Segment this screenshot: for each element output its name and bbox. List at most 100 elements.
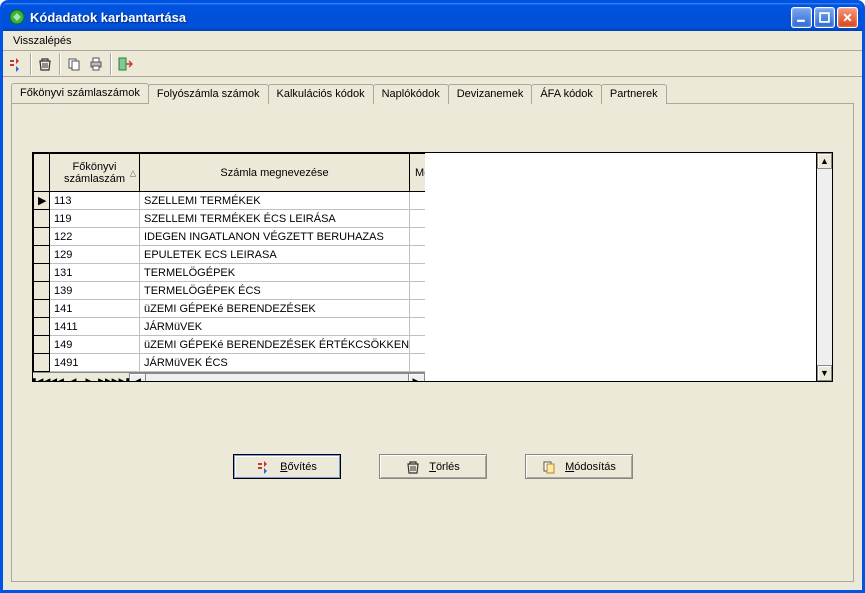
cell-mer[interactable] bbox=[410, 264, 425, 282]
action-buttons: Bővítés Törlés Módosítás bbox=[32, 454, 833, 479]
tab-folyoszamla[interactable]: Folyószámla számok bbox=[148, 84, 269, 104]
cell-fk[interactable]: 141 bbox=[50, 300, 140, 318]
cell-fk[interactable]: 113 bbox=[50, 192, 140, 210]
row-marker bbox=[34, 300, 50, 318]
cell-mer[interactable] bbox=[410, 192, 425, 210]
scroll-up-icon[interactable]: ▲ bbox=[817, 153, 832, 169]
delete-button[interactable]: Törlés bbox=[379, 454, 487, 479]
grid-corner bbox=[34, 154, 50, 192]
table-row[interactable]: 122IDEGEN INGATLANON VÉGZETT BERUHAZAS10… bbox=[34, 228, 425, 246]
nav-first-icon[interactable]: ▮◀◀ bbox=[33, 373, 49, 381]
table-row[interactable]: 119SZELLEMI TERMÉKEK ÉCS LEIRÁSA bbox=[34, 210, 425, 228]
cell-name[interactable]: üZEMI GÉPEKé BERENDEZÉSEK bbox=[140, 300, 410, 318]
table-row[interactable]: ▶113SZELLEMI TERMÉKEK10 000 bbox=[34, 192, 425, 210]
tab-kalkulacios[interactable]: Kalkulációs kódok bbox=[268, 84, 374, 104]
cell-fk[interactable]: 131 bbox=[50, 264, 140, 282]
row-marker bbox=[34, 318, 50, 336]
cell-name[interactable]: EPULETEK ECS LEIRASA bbox=[140, 246, 410, 264]
toolbar-print-icon[interactable] bbox=[85, 53, 107, 75]
tab-partnerek[interactable]: Partnerek bbox=[601, 84, 667, 104]
vertical-scrollbar[interactable]: ▲ ▼ bbox=[816, 153, 832, 381]
toolbar bbox=[3, 51, 862, 77]
menubar: Visszalépés bbox=[3, 31, 862, 51]
cell-fk[interactable]: 129 bbox=[50, 246, 140, 264]
toolbar-copy-icon[interactable] bbox=[63, 53, 85, 75]
tabstrip: Főkönyvi számlaszámok Folyószámla számok… bbox=[11, 83, 854, 103]
table-row[interactable]: 139TERMELÖGÉPEK ÉCS10 400 bbox=[34, 282, 425, 300]
cell-name[interactable]: TERMELÖGÉPEK bbox=[140, 264, 410, 282]
cell-name[interactable]: SZELLEMI TERMÉKEK ÉCS LEIRÁSA bbox=[140, 210, 410, 228]
add-icon bbox=[256, 459, 272, 475]
table-row[interactable]: 129EPULETEK ECS LEIRASA18 000 bbox=[34, 246, 425, 264]
toolbar-new-icon[interactable] bbox=[5, 53, 27, 75]
menu-back[interactable]: Visszalépés bbox=[7, 33, 78, 49]
sort-asc-icon: △ bbox=[130, 168, 136, 177]
data-grid[interactable]: Főkönyvi számlaszám△ Számla megnevezése … bbox=[33, 153, 425, 372]
table-row[interactable]: 131TERMELÖGÉPEK30 000 bbox=[34, 264, 425, 282]
row-marker bbox=[34, 354, 50, 372]
toolbar-exit-icon[interactable] bbox=[114, 53, 136, 75]
row-marker bbox=[34, 336, 50, 354]
cell-name[interactable]: TERMELÖGÉPEK ÉCS bbox=[140, 282, 410, 300]
row-marker: ▶ bbox=[34, 192, 50, 210]
modify-button[interactable]: Módosítás bbox=[525, 454, 633, 479]
nav-nextpage-icon[interactable]: ▶▶ bbox=[97, 373, 113, 381]
data-grid-container: Főkönyvi számlaszám△ Számla megnevezése … bbox=[32, 152, 833, 382]
col-header-fk[interactable]: Főkönyvi számlaszám△ bbox=[50, 154, 140, 192]
cell-mer[interactable] bbox=[410, 318, 425, 336]
tab-afakodok[interactable]: ÁFA kódok bbox=[531, 84, 602, 104]
scroll-down-icon[interactable]: ▼ bbox=[817, 365, 832, 381]
nav-next-icon[interactable]: ▶ bbox=[81, 373, 97, 381]
cell-name[interactable]: IDEGEN INGATLANON VÉGZETT BERUHAZAS bbox=[140, 228, 410, 246]
row-marker bbox=[34, 246, 50, 264]
table-row[interactable]: 149üZEMI GÉPEKé BERENDEZÉSEK ÉRTÉKCSÖKKE… bbox=[34, 336, 425, 354]
app-window: Kódadatok karbantartása Visszalépés bbox=[0, 0, 865, 593]
row-marker bbox=[34, 282, 50, 300]
cell-mer[interactable] bbox=[410, 354, 425, 372]
row-marker bbox=[34, 228, 50, 246]
cell-name[interactable]: üZEMI GÉPEKé BERENDEZÉSEK ÉRTÉKCSÖKKEN. bbox=[140, 336, 410, 354]
cell-fk[interactable]: 149 bbox=[50, 336, 140, 354]
nav-last-icon[interactable]: ▶▶▮ bbox=[113, 373, 129, 381]
cell-fk[interactable]: 139 bbox=[50, 282, 140, 300]
grid-navigator: ▮◀◀ ◀◀ ◀ ▶ ▶▶ ▶▶▮ ◀ ▶ bbox=[33, 372, 425, 381]
nav-prevpage-icon[interactable]: ◀◀ bbox=[49, 373, 65, 381]
cell-fk[interactable]: 1491 bbox=[50, 354, 140, 372]
cell-fk[interactable]: 122 bbox=[50, 228, 140, 246]
row-marker bbox=[34, 210, 50, 228]
cell-name[interactable]: JÁRMüVEK ÉCS bbox=[140, 354, 410, 372]
col-header-mer[interactable]: Mérlegsor bbox=[410, 154, 425, 192]
row-marker bbox=[34, 264, 50, 282]
cell-mer[interactable] bbox=[410, 336, 425, 354]
nav-prev-icon[interactable]: ◀ bbox=[65, 373, 81, 381]
cell-mer[interactable] bbox=[410, 246, 425, 264]
table-row[interactable]: 1491JÁRMüVEK ÉCS bbox=[34, 354, 425, 372]
cell-mer[interactable] bbox=[410, 228, 425, 246]
tab-naplokodok[interactable]: Naplókódok bbox=[373, 84, 449, 104]
cell-mer[interactable] bbox=[410, 282, 425, 300]
minimize-button[interactable] bbox=[791, 7, 812, 28]
content-area: Főkönyvi számlaszámok Folyószámla számok… bbox=[3, 77, 862, 590]
cell-name[interactable]: JÁRMüVEK bbox=[140, 318, 410, 336]
scroll-left-icon[interactable]: ◀ bbox=[130, 374, 146, 381]
trash-icon bbox=[405, 459, 421, 475]
add-button[interactable]: Bővítés bbox=[233, 454, 341, 479]
toolbar-delete-icon[interactable] bbox=[34, 53, 56, 75]
cell-name[interactable]: SZELLEMI TERMÉKEK bbox=[140, 192, 410, 210]
cell-mer[interactable] bbox=[410, 300, 425, 318]
table-row[interactable]: 1411JÁRMüVEK bbox=[34, 318, 425, 336]
window-title: Kódadatok karbantartása bbox=[30, 10, 791, 25]
horizontal-scrollbar[interactable]: ◀ ▶ bbox=[129, 373, 425, 381]
scroll-right-icon[interactable]: ▶ bbox=[408, 374, 424, 381]
tab-devizanemek[interactable]: Devizanemek bbox=[448, 84, 533, 104]
cell-mer[interactable] bbox=[410, 210, 425, 228]
titlebar: Kódadatok karbantartása bbox=[3, 3, 862, 31]
close-button[interactable] bbox=[837, 7, 858, 28]
cell-fk[interactable]: 1411 bbox=[50, 318, 140, 336]
col-header-name[interactable]: Számla megnevezése bbox=[140, 154, 410, 192]
app-icon bbox=[9, 9, 25, 25]
tab-fokonyvi[interactable]: Főkönyvi számlaszámok bbox=[11, 83, 149, 103]
table-row[interactable]: 141üZEMI GÉPEKé BERENDEZÉSEK30 000 bbox=[34, 300, 425, 318]
maximize-button[interactable] bbox=[814, 7, 835, 28]
cell-fk[interactable]: 119 bbox=[50, 210, 140, 228]
